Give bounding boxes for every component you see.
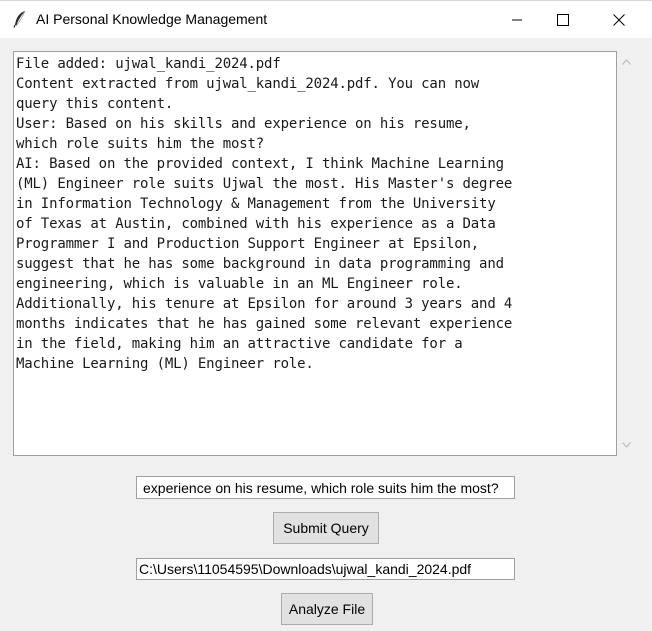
output-line: in the field, making him an attractive c… [16, 336, 463, 352]
maximize-icon [557, 14, 569, 26]
analyze-file-button[interactable]: Analyze File [281, 593, 373, 625]
output-line: (ML) Engineer role suits Ujwal the most.… [16, 176, 513, 192]
vertical-scrollbar[interactable] [617, 51, 635, 456]
output-text: File added: ujwal_kandi_2024.pdf Content … [16, 54, 616, 374]
maximize-button[interactable] [540, 1, 586, 39]
close-icon [613, 14, 625, 26]
query-input[interactable] [136, 476, 515, 499]
output-line: of Texas at Austin, combined with his ex… [16, 216, 496, 232]
output-line: months indicates that he has gained some… [16, 316, 513, 332]
output-line: AI: Based on the provided context, I thi… [16, 156, 504, 172]
scroll-up-arrow-icon[interactable] [617, 53, 635, 71]
window-title: AI Personal Knowledge Management [36, 11, 268, 27]
minimize-icon [512, 19, 522, 21]
submit-query-button[interactable]: Submit Query [273, 512, 379, 544]
output-line: Programmer I and Production Support Engi… [16, 236, 480, 252]
feather-icon [12, 10, 28, 28]
close-button[interactable] [596, 1, 642, 39]
title-bar[interactable]: AI Personal Knowledge Management [0, 0, 652, 38]
output-line: engineering, which is valuable in an ML … [16, 276, 463, 292]
output-line: suggest that he has some background in d… [16, 256, 504, 272]
output-line: Additionally, his tenure at Epsilon for … [16, 296, 513, 312]
app-window: AI Personal Knowledge Management File ad… [0, 0, 652, 631]
scroll-down-arrow-icon[interactable] [617, 436, 635, 454]
output-line: Machine Learning (ML) Engineer role. [16, 356, 314, 372]
output-text-area[interactable]: File added: ujwal_kandi_2024.pdf Content … [13, 51, 617, 456]
output-line: User: Based on his skills and experience… [16, 116, 471, 132]
output-line: which role suits him the most? [16, 136, 265, 152]
output-line: File added: ujwal_kandi_2024.pdf [16, 56, 281, 72]
minimize-button[interactable] [494, 1, 540, 39]
output-line: in Information Technology & Management f… [16, 196, 496, 212]
output-line: Content extracted from ujwal_kandi_2024.… [16, 76, 480, 92]
output-line: query this content. [16, 96, 174, 112]
file-path-input[interactable] [136, 558, 515, 580]
